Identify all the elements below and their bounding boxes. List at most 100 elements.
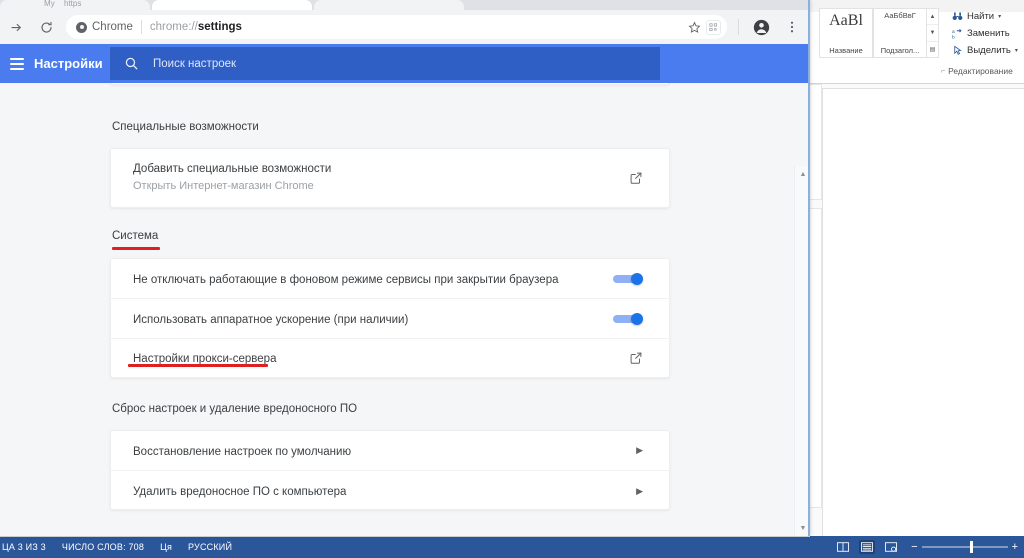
dialog-launcher-icon[interactable]: ⌐ — [941, 68, 945, 75]
select-button[interactable]: Выделить ▾ — [952, 42, 1024, 59]
style-name-label: Подзагол... — [880, 46, 920, 55]
reload-icon[interactable] — [32, 13, 60, 41]
chevron-down-icon[interactable]: ▾ — [1015, 47, 1018, 54]
row-subtitle: Открыть Интернет-магазин Chrome — [133, 180, 314, 192]
section-label-reset: Сброс настроек и удаление вредоносного П… — [112, 403, 358, 415]
row-title: Использовать аппаратное ускорение (при н… — [133, 313, 409, 326]
section-label-system: Система — [112, 230, 159, 242]
settings-search-area: Поиск настроек — [110, 44, 810, 83]
zoom-in-button[interactable]: + — [1012, 541, 1018, 553]
read-mode-icon[interactable] — [835, 540, 851, 554]
zoom-slider-thumb[interactable] — [969, 541, 973, 553]
more-styles-icon[interactable]: ▤ — [927, 42, 938, 57]
word-styles-gallery[interactable]: AaBl Название АаБбВвГ Подзагол... ▲ ▼ ▤ — [819, 8, 941, 58]
style-sample-text: AaBl — [829, 12, 863, 29]
row-remove-malware[interactable]: Удалить вредоносное ПО с компьютера ▶ — [111, 471, 669, 511]
row-restore-defaults[interactable]: Восстановление настроек по умолчанию ▶ — [111, 431, 669, 471]
row-title: Добавить специальные возможности — [133, 163, 332, 175]
chrome-window-bottom-edge — [0, 536, 810, 537]
browser-tab[interactable] — [314, 0, 464, 10]
binoculars-find-icon — [952, 11, 963, 22]
bookmark-star-icon[interactable] — [684, 17, 704, 37]
chrome-window-edge — [808, 0, 810, 536]
chevron-down-icon[interactable]: ▾ — [998, 13, 1001, 20]
status-bar-right: − + — [835, 536, 1018, 558]
tab-title-partial: Му — [44, 0, 55, 8]
row-hardware-acceleration[interactable]: Использовать аппаратное ускорение (при н… — [111, 299, 669, 339]
address-bar[interactable]: Chrome chrome://settings — [66, 15, 727, 39]
url-text: chrome://settings — [149, 21, 242, 33]
profile-avatar-icon[interactable] — [747, 13, 775, 41]
search-placeholder-text: Поиск настроек — [153, 57, 237, 70]
row-text-block: Добавить специальные возможности Открыть… — [133, 162, 629, 194]
word-count-status[interactable]: ЧИСЛО СЛОВ: 708 — [62, 542, 144, 552]
site-identity-label: Chrome — [92, 21, 133, 33]
search-icon — [124, 56, 139, 71]
card-accessibility: Добавить специальные возможности Открыть… — [110, 148, 670, 208]
status-bar-left: ЦА 3 ИЗ 3 ЧИСЛО СЛОВ: 708 Ця РУССКИЙ — [0, 542, 232, 552]
replace-button[interactable]: a b Заменить — [952, 25, 1024, 42]
screen-root: AaBl Название АаБбВвГ Подзагол... ▲ ▼ ▤ — [0, 0, 1024, 558]
word-page-gutter-bottom — [808, 208, 822, 508]
page-count-status[interactable]: ЦА 3 ИЗ 3 — [2, 542, 46, 552]
find-button[interactable]: Найти ▾ — [952, 8, 1024, 25]
browser-tab-active[interactable] — [152, 0, 312, 10]
word-page-gutter-top — [808, 84, 822, 200]
arrow-forward-icon[interactable] — [2, 13, 30, 41]
spellcheck-status-icon[interactable]: Ця — [160, 542, 172, 552]
row-text-block: Удалить вредоносное ПО с компьютера — [133, 482, 636, 500]
row-text-block: Не отключать работающие в фоновом режиме… — [133, 270, 613, 288]
chevron-right-icon[interactable]: ▶ — [636, 486, 643, 497]
scroll-up-arrow-icon[interactable]: ▲ — [927, 9, 938, 26]
svg-text:b: b — [952, 34, 955, 39]
external-link-icon[interactable] — [629, 351, 643, 365]
search-input[interactable]: Поиск настроек — [110, 47, 660, 80]
replace-icon: a b — [952, 28, 963, 39]
zoom-out-button[interactable]: − — [911, 541, 917, 553]
toggle-keep-background-services[interactable] — [613, 272, 643, 285]
toolbar-right-actions — [733, 13, 810, 41]
select-label: Выделить — [967, 45, 1011, 56]
settings-brand-area: Настройки — [0, 44, 110, 83]
chrome-product-icon — [76, 21, 87, 33]
row-add-accessibility-features[interactable]: Добавить специальные возможности Открыть… — [111, 149, 669, 207]
toolbar-divider — [738, 19, 739, 35]
word-status-bar: ЦА 3 ИЗ 3 ЧИСЛО СЛОВ: 708 Ця РУССКИЙ − + — [0, 536, 1024, 558]
toggle-hardware-acceleration[interactable] — [613, 312, 643, 325]
styles-gallery-spinner[interactable]: ▲ ▼ ▤ — [927, 8, 939, 58]
language-status[interactable]: РУССКИЙ — [188, 542, 232, 552]
word-editing-group: Найти ▾ a b Заменить Выделить ▾ — [952, 8, 1024, 59]
word-page[interactable] — [822, 88, 1024, 558]
style-tile-title[interactable]: AaBl Название — [819, 8, 873, 58]
omnibox-actions — [684, 17, 721, 37]
zoom-slider-track[interactable] — [921, 541, 1008, 553]
hamburger-menu-icon[interactable] — [10, 57, 24, 70]
settings-content-scroll[interactable]: Специальные возможности Добавить специал… — [0, 83, 810, 536]
row-text-block: Использовать аппаратное ускорение (при н… — [133, 310, 613, 328]
editing-group-caption: ⌐ Редактирование — [941, 66, 1013, 76]
card-partial-above[interactable] — [110, 83, 670, 85]
three-dot-menu-icon[interactable] — [778, 13, 806, 41]
site-identity-chip[interactable]: Chrome — [76, 21, 133, 33]
card-system: Не отключать работающие в фоновом режиме… — [110, 258, 670, 378]
print-layout-icon[interactable] — [859, 540, 876, 554]
row-keep-background-services[interactable]: Не отключать работающие в фоновом режиме… — [111, 259, 669, 299]
row-proxy-settings[interactable]: Настройки прокси-сервера — [111, 339, 669, 377]
row-title: Не отключать работающие в фоновом режиме… — [133, 273, 559, 286]
page-title: Настройки — [34, 56, 103, 71]
row-text-block: Восстановление настроек по умолчанию — [133, 442, 636, 460]
external-link-icon[interactable] — [629, 171, 643, 185]
scroll-down-arrow-icon[interactable]: ▼ — [927, 25, 938, 42]
style-tile-subtitle[interactable]: АаБбВвГ Подзагол... — [873, 8, 927, 58]
find-label: Найти — [967, 11, 995, 22]
chevron-right-icon[interactable]: ▶ — [636, 445, 643, 456]
qr-code-icon[interactable] — [706, 19, 721, 35]
chrome-browser-window: Му https Chrome chrome://settings Настро… — [0, 0, 810, 536]
row-title: Восстановление настроек по умолчанию — [133, 445, 352, 458]
chrome-toolbar: Chrome chrome://settings — [0, 10, 810, 44]
settings-top-bar: Настройки Поиск настроек — [0, 44, 810, 83]
word-document-area[interactable] — [808, 84, 1024, 558]
web-layout-icon[interactable] — [883, 540, 899, 554]
card-reset: Восстановление настроек по умолчанию ▶ У… — [110, 430, 670, 510]
zoom-slider[interactable]: − + — [911, 541, 1018, 553]
